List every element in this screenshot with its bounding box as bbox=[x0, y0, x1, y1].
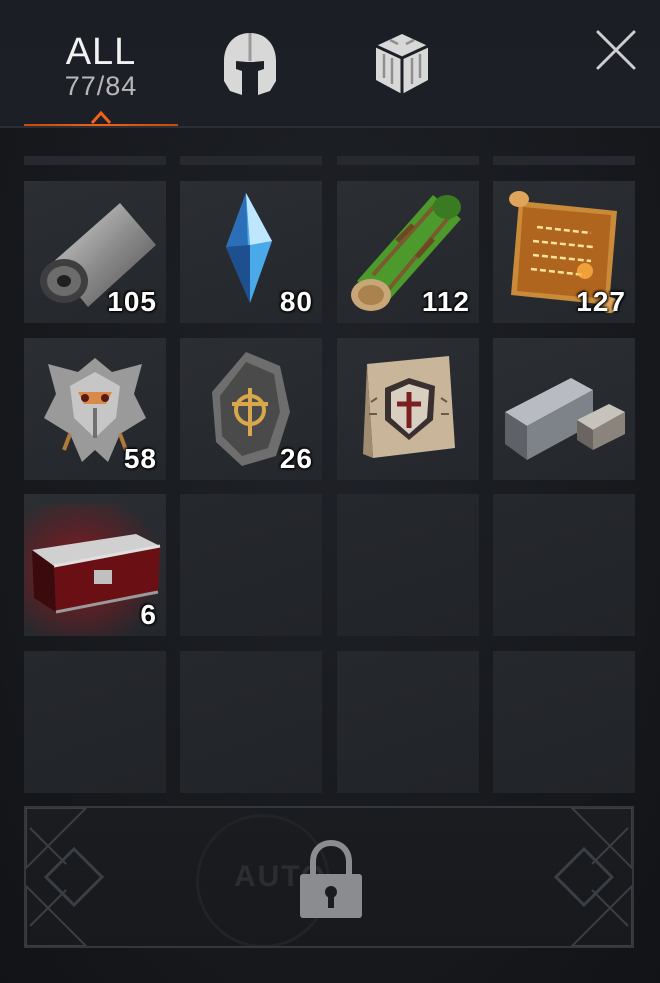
ornament-right-icon bbox=[553, 808, 632, 946]
tab-equipment[interactable] bbox=[210, 0, 290, 128]
inventory-capacity: 77/84 bbox=[64, 71, 138, 101]
auto-lock-section: AUTO bbox=[24, 806, 634, 948]
inventory-slot-empty[interactable] bbox=[337, 494, 479, 636]
helmet-icon bbox=[224, 33, 276, 95]
item-quantity: 105 bbox=[107, 286, 157, 317]
inventory-slot-glowing-scroll[interactable]: 127 bbox=[493, 181, 635, 323]
inventory-slot-shield-scroll[interactable] bbox=[337, 338, 479, 480]
crate-icon bbox=[375, 34, 429, 94]
item-quantity: 58 bbox=[123, 443, 157, 474]
item-quantity: 26 bbox=[279, 443, 313, 474]
close-button[interactable] bbox=[588, 22, 644, 78]
lock-button[interactable] bbox=[296, 838, 366, 922]
shield-scroll-icon bbox=[363, 356, 455, 458]
tab-all[interactable]: ALL 77/84 bbox=[24, 0, 178, 128]
inventory-slot-mossy-log[interactable]: 112 bbox=[337, 181, 479, 323]
inventory-slot-blue-crystal[interactable]: 80 bbox=[180, 181, 322, 323]
inventory-slot-empty[interactable] bbox=[493, 651, 635, 793]
item-quantity: 6 bbox=[140, 599, 157, 630]
inventory-panel: ALL 77/84 105 80 112 127 58 26 6 AUTO bbox=[0, 0, 660, 983]
scroll-peek-slot bbox=[337, 156, 479, 165]
inventory-slot-empty[interactable] bbox=[24, 651, 166, 793]
inventory-slot-red-chest[interactable]: 6 bbox=[24, 494, 166, 636]
close-icon bbox=[596, 30, 636, 70]
inventory-slot-empty[interactable] bbox=[180, 651, 322, 793]
active-tab-caret-icon bbox=[91, 110, 111, 124]
inventory-header: ALL 77/84 bbox=[0, 0, 660, 128]
tab-materials[interactable] bbox=[362, 0, 442, 128]
inventory-slot-iron-ingots[interactable] bbox=[493, 338, 635, 480]
inventory-slot-empty[interactable] bbox=[180, 494, 322, 636]
header-divider bbox=[0, 126, 660, 128]
scroll-peek-slot bbox=[180, 156, 322, 165]
inventory-slot-cloth-roll[interactable]: 105 bbox=[24, 181, 166, 323]
inventory-slot-empty[interactable] bbox=[493, 494, 635, 636]
inventory-slot-rune-stone[interactable]: 26 bbox=[180, 338, 322, 480]
iron-ingots-icon bbox=[505, 378, 625, 460]
inventory-slot-empty[interactable] bbox=[337, 651, 479, 793]
item-quantity: 80 bbox=[279, 286, 313, 317]
ornament-left-icon bbox=[26, 808, 105, 946]
scroll-peek-slot bbox=[493, 156, 635, 165]
tab-all-label: ALL bbox=[65, 31, 137, 73]
padlock-icon bbox=[300, 839, 362, 918]
scroll-peek-slot bbox=[24, 156, 166, 165]
inventory-slot-dragon-crest[interactable]: 58 bbox=[24, 338, 166, 480]
item-quantity: 127 bbox=[576, 286, 626, 317]
item-quantity: 112 bbox=[421, 286, 470, 317]
